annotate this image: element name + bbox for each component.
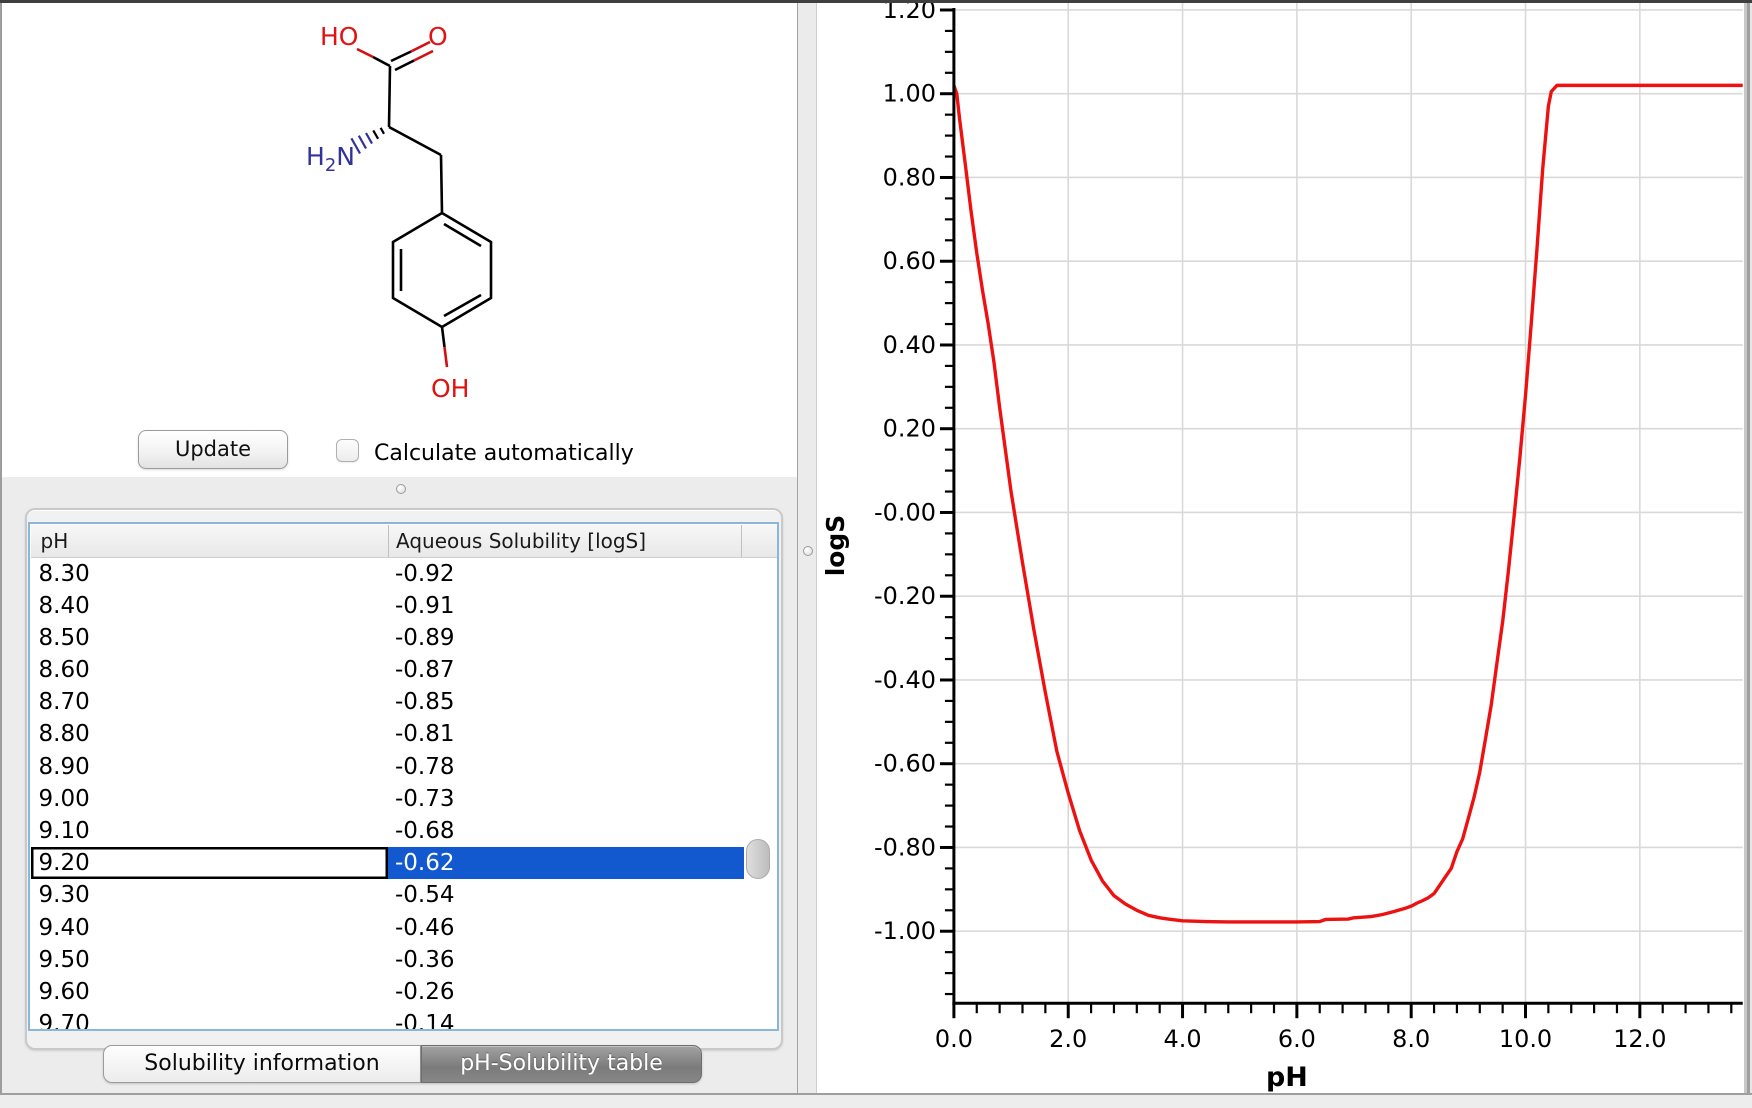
x-tick-label: 12.0 bbox=[1613, 1025, 1666, 1053]
table-row[interactable]: 8.50-0.89 bbox=[31, 622, 777, 654]
solubility-cell[interactable]: -0.85 bbox=[388, 686, 744, 718]
ph-solubility-chart: 1.20 1.00 0.80 0.60 0.40 0.20 -0.00 -0.20 -0.40 -… bbox=[817, 3, 1744, 1093]
column-header-gutter bbox=[741, 525, 777, 557]
molecule-structure: HO O H2N OH bbox=[2, 3, 797, 477]
table-header: pH Aqueous Solubility [logS] bbox=[31, 525, 777, 558]
molecule-canvas[interactable]: HO O H2N OH bbox=[2, 3, 797, 477]
solubility-cell[interactable]: -0.46 bbox=[388, 912, 744, 944]
solubility-cell[interactable]: -0.36 bbox=[388, 944, 744, 976]
ph-cell[interactable]: 8.70 bbox=[31, 686, 389, 718]
column-header-solubility[interactable]: Aqueous Solubility [logS] bbox=[388, 525, 741, 557]
y-tick-label: 1.00 bbox=[883, 80, 936, 108]
tab-ph-solubility-table[interactable]: pH-Solubility table bbox=[421, 1045, 702, 1083]
chart-panel: 1.20 1.00 0.80 0.60 0.40 0.20 -0.00 -0.20 -0.40 -… bbox=[817, 3, 1744, 1093]
window-bottom-strip bbox=[0, 1093, 1752, 1108]
table-scrollbar-thumb[interactable] bbox=[746, 839, 770, 879]
ph-cell[interactable]: 9.20 bbox=[31, 847, 389, 879]
y-axis-title: logS bbox=[821, 515, 850, 576]
y-tick-label: -0.40 bbox=[874, 666, 936, 694]
solubility-predictor-window: HO O H2N OH Update Calculate automatical… bbox=[0, 0, 1752, 1108]
table-row[interactable]: 9.10-0.68 bbox=[31, 815, 777, 847]
y-tick-label: 0.80 bbox=[883, 163, 936, 191]
horizontal-split-handle[interactable] bbox=[396, 484, 406, 494]
ph-cell[interactable]: 9.00 bbox=[31, 783, 389, 815]
phenol-oh-label: OH bbox=[431, 374, 469, 403]
solubility-cell[interactable]: -0.89 bbox=[388, 622, 744, 654]
solubility-cell[interactable]: -0.62 bbox=[388, 847, 744, 879]
bond-lines bbox=[373, 52, 491, 348]
table-row[interactable]: 9.40-0.46 bbox=[31, 912, 777, 944]
solubility-cell[interactable]: -0.54 bbox=[388, 879, 744, 911]
y-tick-label: -1.00 bbox=[874, 917, 936, 945]
ph-cell[interactable]: 8.30 bbox=[31, 558, 389, 590]
ph-cell[interactable]: 8.40 bbox=[31, 590, 389, 622]
x-tick-label: 8.0 bbox=[1392, 1025, 1430, 1053]
ph-cell[interactable]: 9.40 bbox=[31, 912, 389, 944]
column-header-ph[interactable]: pH bbox=[31, 525, 389, 557]
x-tick-label: 4.0 bbox=[1164, 1025, 1202, 1053]
solubility-cell[interactable]: -0.91 bbox=[388, 590, 744, 622]
update-button[interactable]: Update bbox=[138, 430, 288, 469]
x-tick-label: 2.0 bbox=[1049, 1025, 1087, 1053]
table-row[interactable]: 9.50-0.36 bbox=[31, 944, 777, 976]
tab-solubility-information[interactable]: Solubility information bbox=[103, 1045, 421, 1083]
table-row[interactable]: 8.70-0.85 bbox=[31, 686, 777, 718]
y-tick-label: -0.00 bbox=[874, 498, 936, 526]
x-axis-title: pH bbox=[1266, 1062, 1308, 1093]
x-tick-label: 6.0 bbox=[1278, 1025, 1316, 1053]
table-row[interactable]: 8.30-0.92 bbox=[31, 558, 777, 590]
solubility-cell[interactable]: -0.68 bbox=[388, 815, 744, 847]
y-tick-label: 0.40 bbox=[883, 331, 936, 359]
vertical-split-handle[interactable] bbox=[803, 546, 813, 556]
window-right-border bbox=[1744, 3, 1752, 1108]
y-tick-label: 1.20 bbox=[883, 3, 936, 24]
table-row[interactable]: 9.00-0.73 bbox=[31, 783, 777, 815]
amine-label: H2N bbox=[306, 142, 355, 176]
ph-cell[interactable]: 9.50 bbox=[31, 944, 389, 976]
window-top-border bbox=[0, 0, 1752, 3]
calculate-automatically-checkbox[interactable] bbox=[336, 439, 359, 462]
y-tick-label: 0.60 bbox=[883, 247, 936, 275]
solubility-cell[interactable]: -0.73 bbox=[388, 783, 744, 815]
y-tick-label: -0.20 bbox=[874, 582, 936, 610]
carbonyl-oxygen-label: O bbox=[428, 22, 448, 51]
table-row[interactable]: 8.60-0.87 bbox=[31, 654, 777, 686]
hydroxyl-acid-label: HO bbox=[320, 22, 358, 51]
table-row[interactable]: 9.60-0.26 bbox=[31, 976, 777, 1008]
solubility-cell[interactable]: -0.81 bbox=[388, 718, 744, 750]
ph-cell[interactable]: 8.50 bbox=[31, 622, 389, 654]
table-row[interactable]: 8.90-0.78 bbox=[31, 751, 777, 783]
oxygen-bond-lines bbox=[357, 42, 447, 367]
ph-cell[interactable]: 8.90 bbox=[31, 751, 389, 783]
calculate-automatically-label: Calculate automatically bbox=[374, 441, 634, 466]
solubility-cell[interactable]: -0.87 bbox=[388, 654, 744, 686]
solubility-cell[interactable]: -0.78 bbox=[388, 751, 744, 783]
ph-cell[interactable]: 9.30 bbox=[31, 879, 389, 911]
solubility-curve bbox=[954, 85, 1743, 922]
table-row[interactable]: 9.20-0.62 bbox=[31, 847, 777, 879]
ph-cell[interactable]: 9.70 bbox=[31, 1008, 389, 1028]
table-row[interactable]: 9.30-0.54 bbox=[31, 879, 777, 911]
ph-cell[interactable]: 8.80 bbox=[31, 718, 389, 750]
y-tick-label: -0.80 bbox=[874, 833, 936, 861]
solubility-cell[interactable]: -0.92 bbox=[388, 558, 744, 590]
solubility-cell[interactable]: -0.26 bbox=[388, 976, 744, 1008]
solubility-cell[interactable]: -0.14 bbox=[388, 1008, 744, 1028]
table-rows: 8.30-0.928.40-0.918.50-0.898.60-0.878.70… bbox=[31, 558, 777, 1029]
ph-cell[interactable]: 8.60 bbox=[31, 654, 389, 686]
x-tick-label: 0.0 bbox=[935, 1025, 973, 1053]
ph-cell[interactable]: 9.60 bbox=[31, 976, 389, 1008]
ph-cell[interactable]: 9.10 bbox=[31, 815, 389, 847]
window-left-border bbox=[0, 3, 2, 1108]
table-row[interactable]: 8.80-0.81 bbox=[31, 718, 777, 750]
x-tick-label: 10.0 bbox=[1499, 1025, 1552, 1053]
hash-wedge-bond bbox=[351, 128, 384, 154]
y-tick-label: 0.20 bbox=[883, 415, 936, 443]
y-tick-label: -0.60 bbox=[874, 750, 936, 778]
table-row[interactable]: 8.40-0.91 bbox=[31, 590, 777, 622]
table-row[interactable]: 9.70-0.14 bbox=[31, 1008, 777, 1028]
